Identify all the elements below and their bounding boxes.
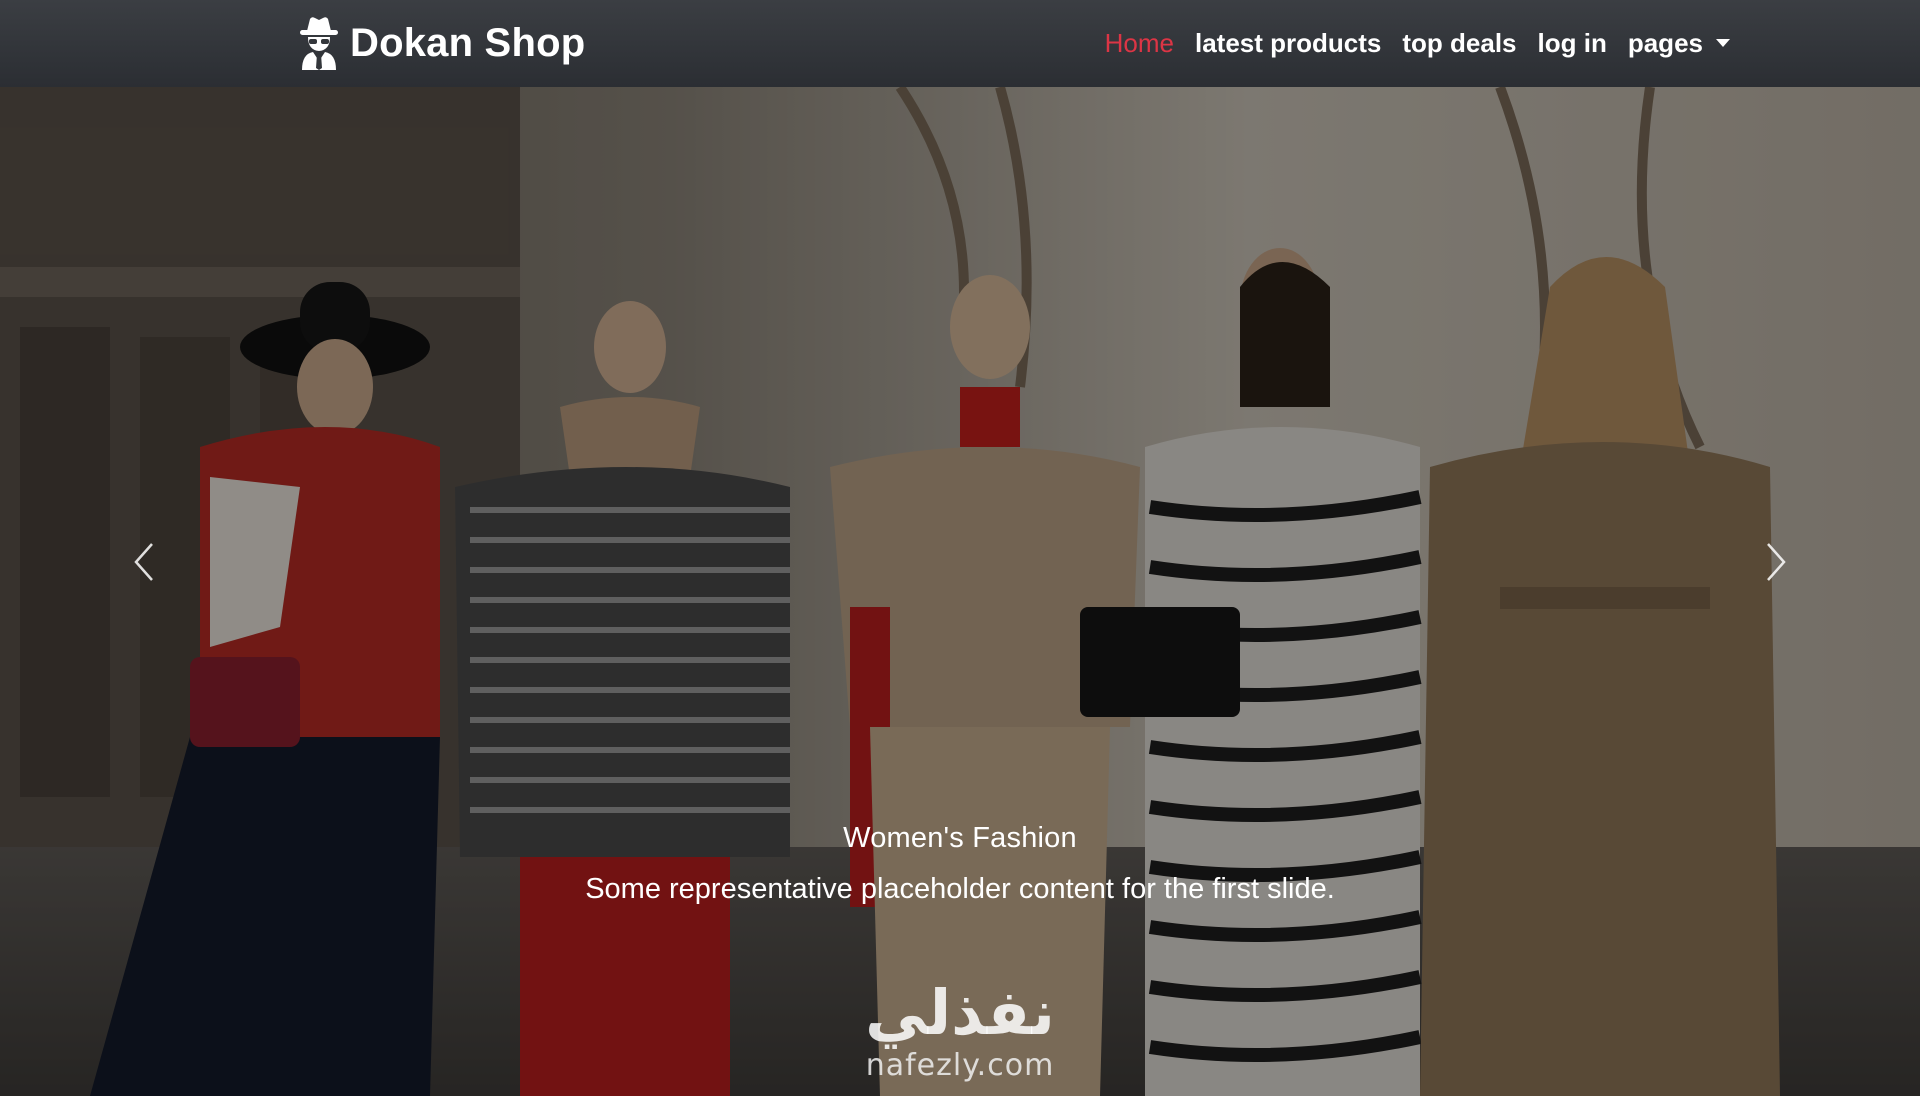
hero-carousel: Women's Fashion Some representative plac… xyxy=(0,87,1920,1096)
slide-overlay xyxy=(0,87,1920,1096)
nav-menu: Home latest products top deals log in pa… xyxy=(1084,0,1730,87)
nav-pages-dropdown[interactable]: pages xyxy=(1628,28,1730,59)
chevron-right-icon xyxy=(1765,542,1787,587)
watermark-latin: nafezly.com xyxy=(865,1048,1055,1083)
watermark-arabic: نفذلي xyxy=(865,976,1055,1049)
watermark: نفذلي nafezly.com xyxy=(0,976,1920,1084)
navbar: Dokan Shop Home latest products top deal… xyxy=(0,0,1920,87)
slide-caption: Women's Fashion Some representative plac… xyxy=(0,822,1920,906)
brand-name: Dokan Shop xyxy=(350,20,586,65)
nav-latest-products[interactable]: latest products xyxy=(1195,28,1381,59)
brand-link[interactable]: Dokan Shop xyxy=(296,8,585,78)
spy-icon xyxy=(296,14,342,72)
nav-home[interactable]: Home xyxy=(1105,28,1174,59)
chevron-left-icon xyxy=(133,542,155,587)
caret-down-icon xyxy=(1716,38,1730,47)
caption-title: Women's Fashion xyxy=(843,822,1077,854)
caption-text: Some representative placeholder content … xyxy=(585,873,1335,905)
carousel-prev-button[interactable] xyxy=(124,539,164,589)
nav-top-deals[interactable]: top deals xyxy=(1402,28,1516,59)
nav-log-in[interactable]: log in xyxy=(1538,28,1607,59)
carousel-next-button[interactable] xyxy=(1756,539,1796,589)
nav-pages-label: pages xyxy=(1627,28,1703,58)
